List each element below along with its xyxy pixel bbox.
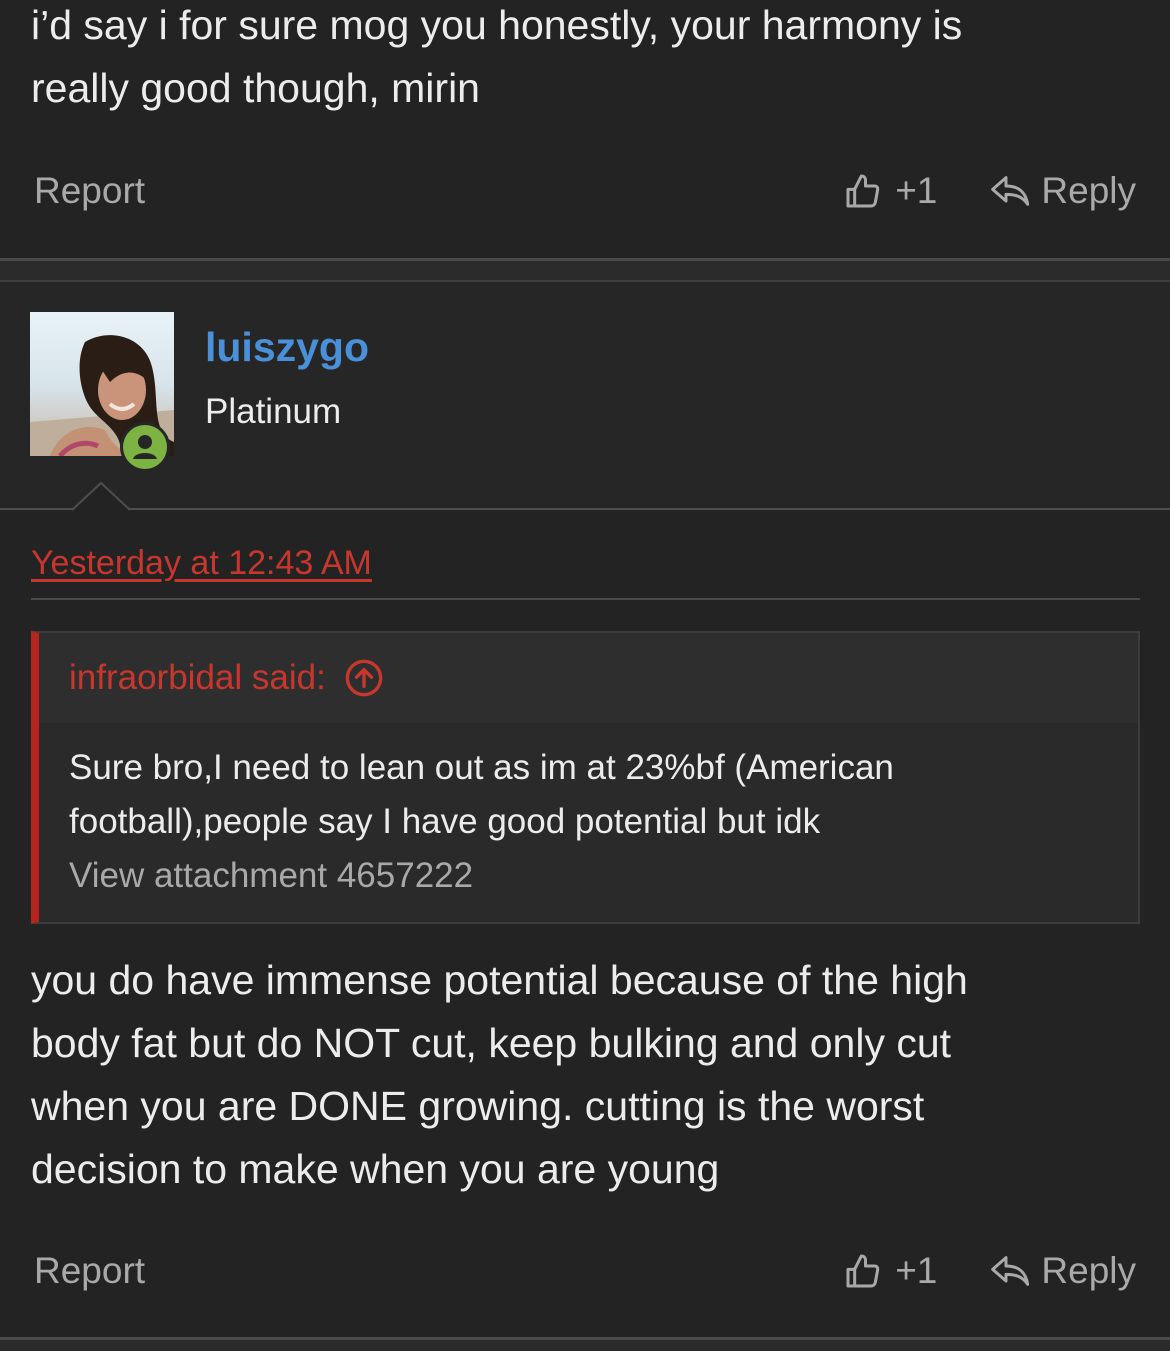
header-divider bbox=[0, 508, 1170, 510]
action-group: +1 Reply bbox=[843, 1250, 1136, 1292]
previous-post-line: i’d say i for sure mog you honestly, you… bbox=[31, 2, 963, 48]
forum-thread: i’d say i for sure mog you honestly, you… bbox=[0, 0, 1170, 1351]
report-link[interactable]: Report bbox=[34, 170, 145, 212]
like-button[interactable]: +1 bbox=[843, 170, 937, 212]
post-actions: Report +1 Reply bbox=[34, 1246, 1136, 1296]
online-status-badge bbox=[120, 422, 170, 472]
reply-arrow-icon bbox=[991, 176, 1030, 206]
timestamp-divider bbox=[31, 598, 1140, 600]
reply-label: Reply bbox=[1041, 1250, 1136, 1291]
post-timestamp-link[interactable]: Yesterday at 12:43 AM bbox=[31, 544, 372, 583]
message-pointer-caret bbox=[72, 481, 130, 511]
post-separator bbox=[0, 258, 1170, 282]
previous-post-body: i’d say i for sure mog you honestly, you… bbox=[31, 0, 1131, 120]
author-title: Platinum bbox=[205, 392, 342, 431]
reply-arrow-icon bbox=[991, 1256, 1030, 1286]
quote-block: infraorbidal said: Sure bro,I need to le… bbox=[31, 631, 1140, 924]
author-username[interactable]: luiszygo bbox=[205, 324, 369, 371]
like-count: +1 bbox=[895, 170, 938, 211]
post-separator bbox=[0, 1337, 1170, 1351]
quote-header[interactable]: infraorbidal said: bbox=[39, 633, 1138, 723]
reply-label: Reply bbox=[1041, 170, 1136, 211]
previous-post-line: really good though, mirin bbox=[31, 65, 480, 111]
post-body: you do have immense potential because of… bbox=[31, 949, 1131, 1201]
previous-post-actions: Report +1 Reply bbox=[34, 166, 1136, 216]
thumbs-up-icon bbox=[846, 1254, 880, 1288]
jump-to-quote-icon[interactable] bbox=[344, 658, 384, 698]
post-body-line: you do have immense potential because of… bbox=[31, 957, 968, 1003]
view-attachment-link[interactable]: View attachment 4657222 bbox=[69, 849, 1108, 903]
thumbs-up-icon bbox=[846, 174, 880, 208]
quote-author-label: infraorbidal said: bbox=[69, 658, 326, 697]
like-button[interactable]: +1 bbox=[843, 1250, 937, 1292]
report-link[interactable]: Report bbox=[34, 1250, 145, 1292]
action-group: +1 Reply bbox=[843, 170, 1136, 212]
post-body-line: decision to make when you are young bbox=[31, 1146, 720, 1192]
quote-line: football),people say I have good potenti… bbox=[69, 802, 821, 841]
user-online-icon bbox=[123, 425, 167, 469]
reply-button[interactable]: Reply bbox=[989, 170, 1136, 212]
quote-content: Sure bro,I need to lean out as im at 23%… bbox=[39, 723, 1138, 903]
post-author-header: luiszygo Platinum bbox=[0, 282, 1170, 509]
post-body-line: when you are DONE growing. cutting is th… bbox=[31, 1083, 925, 1129]
post-body-line: body fat but do NOT cut, keep bulking an… bbox=[31, 1020, 952, 1066]
quote-line: Sure bro,I need to lean out as im at 23%… bbox=[69, 748, 894, 787]
like-count: +1 bbox=[895, 1250, 938, 1291]
reply-button[interactable]: Reply bbox=[989, 1250, 1136, 1292]
